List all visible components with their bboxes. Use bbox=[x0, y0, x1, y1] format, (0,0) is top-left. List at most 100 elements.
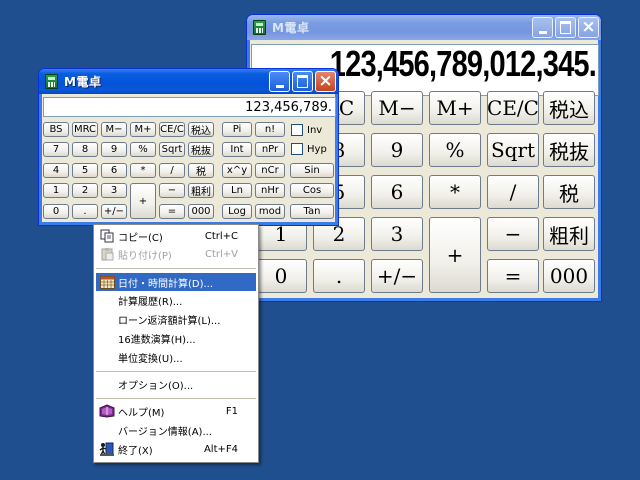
tax-button[interactable]: 税 bbox=[543, 175, 595, 209]
ce-c-button[interactable]: CE/C bbox=[487, 91, 539, 125]
menu-item-label: オプション(O)... bbox=[118, 380, 194, 392]
checkbox-box[interactable] bbox=[291, 124, 303, 136]
menu-item-copy[interactable]: コピー(C) Ctrl+C bbox=[96, 227, 256, 245]
menu-item-label: コピー(C) bbox=[118, 232, 163, 244]
decimal-button[interactable]: . bbox=[72, 204, 98, 219]
ln-button[interactable]: Ln bbox=[222, 183, 252, 198]
plus-button[interactable]: + bbox=[429, 217, 481, 293]
tax-button[interactable]: 税 bbox=[188, 163, 214, 178]
inv-checkbox[interactable]: Inv bbox=[291, 124, 322, 136]
close-button[interactable] bbox=[315, 71, 336, 92]
m-plus-button[interactable]: M+ bbox=[429, 91, 481, 125]
menu-item-hex-calc[interactable]: 16進数演算(H)... bbox=[96, 329, 256, 347]
minus-button[interactable]: − bbox=[159, 183, 185, 198]
sign-toggle-button[interactable]: +/− bbox=[101, 204, 127, 219]
menu-item-label: ヘルプ(M) bbox=[118, 407, 165, 419]
calculator-icon bbox=[253, 20, 266, 35]
menu-item-options[interactable]: オプション(O)... bbox=[96, 375, 256, 393]
checkbox-box[interactable] bbox=[291, 143, 303, 155]
key-9[interactable]: 9 bbox=[371, 133, 423, 167]
menu-item-date-time-calc[interactable]: 日付・時間計算(D)... bbox=[96, 273, 256, 291]
tax-included-button[interactable]: 税込 bbox=[543, 91, 595, 125]
cos-button[interactable]: Cos bbox=[290, 183, 334, 198]
factorial-button[interactable]: n! bbox=[255, 122, 285, 137]
m-minus-button[interactable]: M− bbox=[371, 91, 423, 125]
percent-button[interactable]: % bbox=[130, 142, 156, 157]
menu-item-exit[interactable]: 終了(X) Alt+F4 bbox=[96, 440, 256, 458]
key-3[interactable]: 3 bbox=[371, 217, 423, 251]
divide-button[interactable]: / bbox=[159, 163, 185, 178]
maximize-button[interactable] bbox=[555, 17, 576, 38]
key-2[interactable]: 2 bbox=[72, 183, 98, 198]
power-button[interactable]: x^y bbox=[222, 163, 252, 178]
triple-zero-button[interactable]: 000 bbox=[188, 204, 214, 219]
sign-toggle-button[interactable]: +/− bbox=[371, 259, 423, 293]
sqrt-button[interactable]: Sqrt bbox=[487, 133, 539, 167]
menu-item-unit-convert[interactable]: 単位変換(U)... bbox=[96, 348, 256, 366]
multiply-button[interactable]: * bbox=[130, 163, 156, 178]
key-5[interactable]: 5 bbox=[72, 163, 98, 178]
gross-margin-button[interactable]: 粗利 bbox=[543, 217, 595, 251]
divide-button[interactable]: / bbox=[487, 175, 539, 209]
npr-button[interactable]: nPr bbox=[255, 142, 285, 157]
key-0[interactable]: 0 bbox=[255, 259, 307, 293]
menu-item-paste[interactable]: 貼り付け(P) Ctrl+V bbox=[96, 245, 256, 263]
key-9[interactable]: 9 bbox=[101, 142, 127, 157]
menu-separator bbox=[96, 398, 256, 399]
maximize-button[interactable] bbox=[292, 71, 313, 92]
equals-button[interactable]: = bbox=[159, 204, 185, 219]
key-0[interactable]: 0 bbox=[43, 204, 69, 219]
key-7[interactable]: 7 bbox=[43, 142, 69, 157]
key-1[interactable]: 1 bbox=[43, 183, 69, 198]
menu-item-history[interactable]: 計算履歴(R)... bbox=[96, 291, 256, 309]
menu-item-version-info[interactable]: バージョン情報(A)... bbox=[96, 421, 256, 439]
tax-excluded-button[interactable]: 税抜 bbox=[188, 142, 214, 157]
sqrt-button[interactable]: Sqrt bbox=[159, 142, 185, 157]
backspace-button[interactable]: BS bbox=[43, 122, 69, 137]
calculator-window: M電卓 123,456,789. BS MRC M− M+ CE/C 税込 Pi… bbox=[38, 68, 339, 226]
calculator-icon bbox=[45, 74, 58, 89]
key-4[interactable]: 4 bbox=[43, 163, 69, 178]
mrc-button[interactable]: MRC bbox=[72, 122, 98, 137]
key-8[interactable]: 8 bbox=[72, 142, 98, 157]
int-button[interactable]: Int bbox=[222, 142, 252, 157]
percent-button[interactable]: % bbox=[429, 133, 481, 167]
minus-button[interactable]: − bbox=[487, 217, 539, 251]
plus-button[interactable]: + bbox=[130, 183, 156, 219]
pi-button[interactable]: Pi bbox=[222, 122, 252, 137]
equals-button[interactable]: = bbox=[487, 259, 539, 293]
menu-item-shortcut: F1 bbox=[225, 405, 238, 417]
mod-button[interactable]: mod bbox=[255, 204, 285, 219]
titlebar[interactable]: M電卓 bbox=[247, 15, 601, 40]
minimize-button[interactable] bbox=[269, 71, 290, 92]
close-button[interactable] bbox=[578, 17, 599, 38]
menu-item-label: 日付・時間計算(D)... bbox=[118, 278, 214, 290]
titlebar[interactable]: M電卓 bbox=[39, 69, 338, 94]
gross-margin-button[interactable]: 粗利 bbox=[188, 183, 214, 198]
sin-button[interactable]: Sin bbox=[290, 163, 334, 178]
ncr-button[interactable]: nCr bbox=[255, 163, 285, 178]
tax-excluded-button[interactable]: 税抜 bbox=[543, 133, 595, 167]
triple-zero-button[interactable]: 000 bbox=[543, 259, 595, 293]
m-plus-button[interactable]: M+ bbox=[130, 122, 156, 137]
calculator-display: 123,456,789. bbox=[43, 97, 336, 117]
key-3[interactable]: 3 bbox=[101, 183, 127, 198]
menu-separator bbox=[96, 268, 256, 269]
key-6[interactable]: 6 bbox=[371, 175, 423, 209]
menu-item-loan-calc[interactable]: ローン返済額計算(L)... bbox=[96, 310, 256, 328]
nhr-button[interactable]: nHr bbox=[255, 183, 285, 198]
display-value: 123,456,789,012,345. bbox=[329, 44, 597, 85]
minimize-button[interactable] bbox=[532, 17, 553, 38]
m-minus-button[interactable]: M− bbox=[101, 122, 127, 137]
menu-item-help[interactable]: ヘルプ(M) F1 bbox=[96, 402, 256, 420]
tax-included-button[interactable]: 税込 bbox=[188, 122, 214, 137]
copy-icon bbox=[99, 229, 115, 243]
key-6[interactable]: 6 bbox=[101, 163, 127, 178]
tan-button[interactable]: Tan bbox=[290, 204, 334, 219]
decimal-button[interactable]: . bbox=[313, 259, 365, 293]
log-button[interactable]: Log bbox=[222, 204, 252, 219]
hyp-checkbox[interactable]: Hyp bbox=[291, 143, 327, 155]
ce-c-button[interactable]: CE/C bbox=[159, 122, 185, 137]
multiply-button[interactable]: * bbox=[429, 175, 481, 209]
paste-icon bbox=[99, 247, 115, 261]
